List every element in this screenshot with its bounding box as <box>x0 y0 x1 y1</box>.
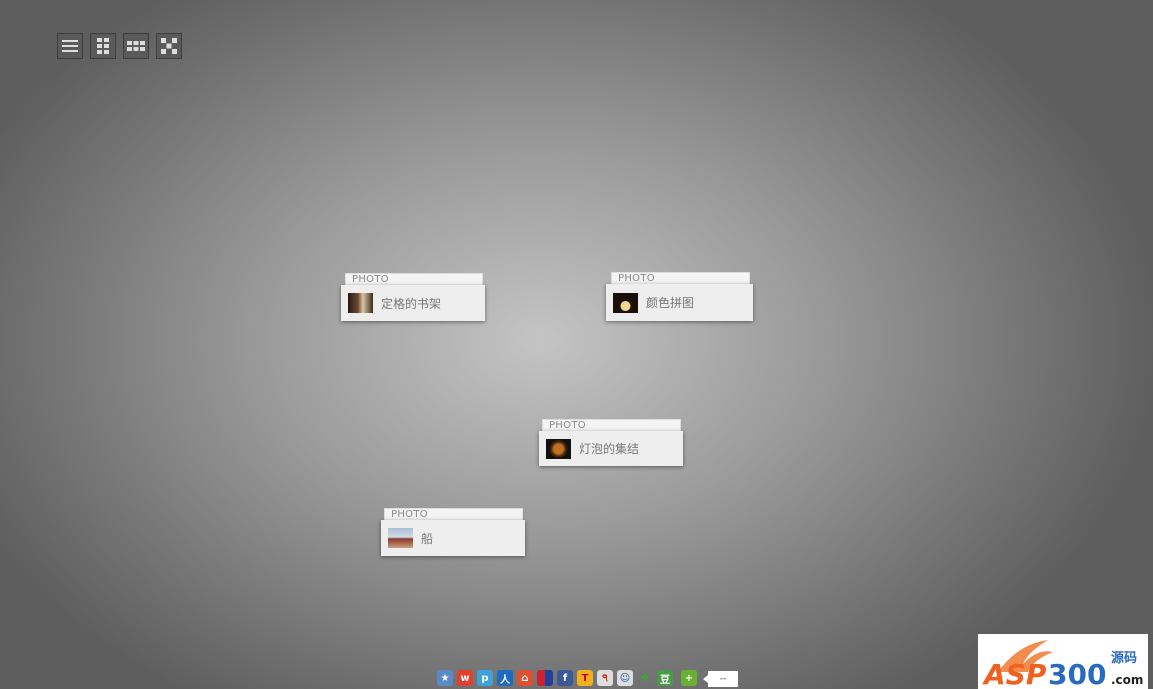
asp300-logo: ASP 300 源码 .com <box>978 634 1148 689</box>
more-share-icon[interactable]: + <box>681 670 697 686</box>
list-icon <box>62 40 78 52</box>
card-title: 定格的书架 <box>381 296 442 311</box>
photo-thumbnail <box>613 292 638 313</box>
weibo-share-icon[interactable]: w <box>457 670 473 686</box>
card-title: 船 <box>421 531 434 546</box>
netease-share-icon[interactable]: ੧ <box>597 670 613 686</box>
svg-text:ASP: ASP <box>982 658 1047 689</box>
facebook-share-icon[interactable]: f <box>557 670 573 686</box>
tqq-share-icon[interactable]: T <box>577 670 593 686</box>
photo-thumbnail <box>546 438 571 459</box>
card-title: 灯泡的集结 <box>579 442 640 456</box>
scatter-view-button[interactable] <box>156 33 182 59</box>
renren-share-icon[interactable]: 人 <box>497 670 513 686</box>
clover-share-icon[interactable]: ✤ <box>637 670 653 686</box>
column-grid-icon <box>97 38 109 54</box>
svg-text:.com: .com <box>1111 673 1143 687</box>
share-count: -- <box>703 671 738 687</box>
scatter-icon <box>161 38 177 54</box>
view-mode-switcher <box>57 33 182 59</box>
qzone-share-icon[interactable]: ★ <box>437 670 453 686</box>
grid-view-button[interactable] <box>123 33 149 59</box>
share-bar: ★ w p 人 ⌂ f T ੧ ☺ ✤ 豆 + <box>437 670 697 686</box>
photo-thumbnail <box>388 528 413 548</box>
column-view-button[interactable] <box>90 33 116 59</box>
pengyou-share-icon[interactable]: p <box>477 670 493 686</box>
svg-text:300: 300 <box>1048 658 1106 689</box>
sohu-share-icon[interactable]: ☺ <box>617 670 633 686</box>
grid-icon <box>127 41 145 51</box>
photo-thumbnail <box>348 293 373 313</box>
douban-share-icon[interactable]: 豆 <box>657 670 673 686</box>
kaixin-share-icon[interactable]: ⌂ <box>517 670 533 686</box>
taobao-share-icon[interactable] <box>537 670 553 686</box>
svg-text:源码: 源码 <box>1111 650 1137 666</box>
card-title: 颜色拼图 <box>646 296 695 310</box>
list-view-button[interactable] <box>57 33 83 59</box>
